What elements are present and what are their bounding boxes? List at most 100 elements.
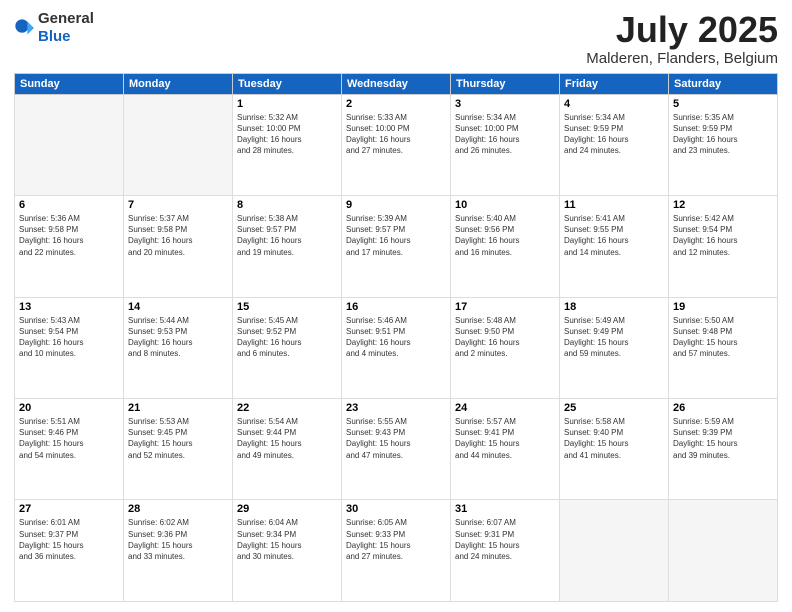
day-info: Sunrise: 5:54 AM Sunset: 9:44 PM Dayligh… [237,416,337,461]
day-number: 24 [455,402,555,414]
day-info: Sunrise: 5:58 AM Sunset: 9:40 PM Dayligh… [564,416,664,461]
week-row-4: 20 Sunrise: 5:51 AM Sunset: 9:46 PM Dayli… [15,399,778,500]
day-number: 13 [19,301,119,313]
day-info: Sunrise: 5:39 AM Sunset: 9:57 PM Dayligh… [346,213,446,258]
logo: General Blue [14,10,94,46]
weekday-header-row: SundayMondayTuesdayWednesdayThursdayFrid… [15,73,778,94]
day-number: 31 [455,503,555,515]
day-cell: 12 Sunrise: 5:42 AM Sunset: 9:54 PM Dayli… [669,196,778,297]
weekday-header-sunday: Sunday [15,73,124,94]
day-cell: 11 Sunrise: 5:41 AM Sunset: 9:55 PM Dayli… [560,196,669,297]
day-number: 11 [564,199,664,211]
day-cell: 9 Sunrise: 5:39 AM Sunset: 9:57 PM Daylig… [342,196,451,297]
day-cell: 2 Sunrise: 5:33 AM Sunset: 10:00 PM Dayli… [342,94,451,195]
week-row-5: 27Sunrise: 6:01 AM Sunset: 9:37 PM Dayli… [15,500,778,602]
day-number: 30 [346,503,446,515]
day-number: 2 [346,98,446,110]
day-info: Sunrise: 5:37 AM Sunset: 9:58 PM Dayligh… [128,213,228,258]
day-cell: 27Sunrise: 6:01 AM Sunset: 9:37 PM Dayli… [15,500,124,602]
day-info: Sunrise: 5:50 AM Sunset: 9:48 PM Dayligh… [673,315,773,360]
day-cell: 24Sunrise: 5:57 AM Sunset: 9:41 PM Dayli… [451,399,560,500]
day-number: 9 [346,199,446,211]
day-info: Sunrise: 5:55 AM Sunset: 9:43 PM Dayligh… [346,416,446,461]
day-number: 5 [673,98,773,110]
day-cell: 8Sunrise: 5:38 AM Sunset: 9:57 PM Daylig… [233,196,342,297]
day-number: 29 [237,503,337,515]
day-number: 25 [564,402,664,414]
title-block: July 2025 Malderen, Flanders, Belgium [586,10,778,67]
day-info: Sunrise: 5:46 AM Sunset: 9:51 PM Dayligh… [346,315,446,360]
logo-text: General Blue [38,10,94,46]
weekday-header-thursday: Thursday [451,73,560,94]
day-cell: 3 Sunrise: 5:34 AM Sunset: 10:00 PM Dayli… [451,94,560,195]
header: General Blue July 2025 Malderen, Flander… [14,10,778,67]
day-info: Sunrise: 5:35 AM Sunset: 9:59 PM Dayligh… [673,112,773,157]
day-cell: 29 Sunrise: 6:04 AM Sunset: 9:34 PM Dayli… [233,500,342,602]
day-info: Sunrise: 6:02 AM Sunset: 9:36 PM Dayligh… [128,517,228,562]
logo-icon [14,18,34,38]
day-cell: 31 Sunrise: 6:07 AM Sunset: 9:31 PM Dayli… [451,500,560,602]
day-info: Sunrise: 6:07 AM Sunset: 9:31 PM Dayligh… [455,517,555,562]
day-number: 16 [346,301,446,313]
week-row-1: 1 Sunrise: 5:32 AM Sunset: 10:00 PM Dayli… [15,94,778,195]
day-number: 26 [673,402,773,414]
day-info: Sunrise: 5:51 AM Sunset: 9:46 PM Dayligh… [19,416,119,461]
day-info: Sunrise: 5:32 AM Sunset: 10:00 PM Daylig… [237,112,337,157]
day-number: 1 [237,98,337,110]
day-info: Sunrise: 5:40 AM Sunset: 9:56 PM Dayligh… [455,213,555,258]
day-cell: 21 Sunrise: 5:53 AM Sunset: 9:45 PM Dayli… [124,399,233,500]
day-info: Sunrise: 5:34 AM Sunset: 10:00 PM Daylig… [455,112,555,157]
day-cell: 28 Sunrise: 6:02 AM Sunset: 9:36 PM Dayli… [124,500,233,602]
day-cell: 20 Sunrise: 5:51 AM Sunset: 9:46 PM Dayli… [15,399,124,500]
day-info: Sunrise: 6:04 AM Sunset: 9:34 PM Dayligh… [237,517,337,562]
day-info: Sunrise: 6:05 AM Sunset: 9:33 PM Dayligh… [346,517,446,562]
logo-blue: Blue [38,28,71,45]
day-number: 23 [346,402,446,414]
day-cell: 1 Sunrise: 5:32 AM Sunset: 10:00 PM Dayli… [233,94,342,195]
day-cell: 15 Sunrise: 5:45 AM Sunset: 9:52 PM Dayli… [233,297,342,398]
week-row-3: 13 Sunrise: 5:43 AM Sunset: 9:54 PM Dayli… [15,297,778,398]
day-cell [669,500,778,602]
weekday-header-tuesday: Tuesday [233,73,342,94]
day-cell: 14Sunrise: 5:44 AM Sunset: 9:53 PM Dayli… [124,297,233,398]
week-row-2: 6Sunrise: 5:36 AM Sunset: 9:58 PM Daylig… [15,196,778,297]
day-cell: 4Sunrise: 5:34 AM Sunset: 9:59 PM Daylig… [560,94,669,195]
day-cell: 7 Sunrise: 5:37 AM Sunset: 9:58 PM Daylig… [124,196,233,297]
day-cell: 19Sunrise: 5:50 AM Sunset: 9:48 PM Dayli… [669,297,778,398]
day-number: 22 [237,402,337,414]
day-number: 14 [128,301,228,313]
day-number: 18 [564,301,664,313]
day-info: Sunrise: 5:34 AM Sunset: 9:59 PM Dayligh… [564,112,664,157]
day-info: Sunrise: 5:45 AM Sunset: 9:52 PM Dayligh… [237,315,337,360]
weekday-header-wednesday: Wednesday [342,73,451,94]
day-info: Sunrise: 5:33 AM Sunset: 10:00 PM Daylig… [346,112,446,157]
day-number: 6 [19,199,119,211]
day-number: 10 [455,199,555,211]
day-info: Sunrise: 5:41 AM Sunset: 9:55 PM Dayligh… [564,213,664,258]
day-cell: 30 Sunrise: 6:05 AM Sunset: 9:33 PM Dayli… [342,500,451,602]
day-cell: 13 Sunrise: 5:43 AM Sunset: 9:54 PM Dayli… [15,297,124,398]
day-cell: 5 Sunrise: 5:35 AM Sunset: 9:59 PM Daylig… [669,94,778,195]
day-number: 15 [237,301,337,313]
day-info: Sunrise: 5:48 AM Sunset: 9:50 PM Dayligh… [455,315,555,360]
day-cell: 22 Sunrise: 5:54 AM Sunset: 9:44 PM Dayli… [233,399,342,500]
day-number: 3 [455,98,555,110]
day-number: 8 [237,199,337,211]
day-number: 21 [128,402,228,414]
day-info: Sunrise: 6:01 AM Sunset: 9:37 PM Dayligh… [19,517,119,562]
day-info: Sunrise: 5:53 AM Sunset: 9:45 PM Dayligh… [128,416,228,461]
day-number: 7 [128,199,228,211]
day-number: 12 [673,199,773,211]
day-cell: 23 Sunrise: 5:55 AM Sunset: 9:43 PM Dayli… [342,399,451,500]
day-info: Sunrise: 5:42 AM Sunset: 9:54 PM Dayligh… [673,213,773,258]
day-cell: 18Sunrise: 5:49 AM Sunset: 9:49 PM Dayli… [560,297,669,398]
day-cell [560,500,669,602]
day-number: 28 [128,503,228,515]
day-info: Sunrise: 5:59 AM Sunset: 9:39 PM Dayligh… [673,416,773,461]
day-cell [15,94,124,195]
weekday-header-saturday: Saturday [669,73,778,94]
day-number: 20 [19,402,119,414]
day-cell: 10 Sunrise: 5:40 AM Sunset: 9:56 PM Dayli… [451,196,560,297]
day-info: Sunrise: 5:43 AM Sunset: 9:54 PM Dayligh… [19,315,119,360]
calendar-table: SundayMondayTuesdayWednesdayThursdayFrid… [14,73,778,602]
